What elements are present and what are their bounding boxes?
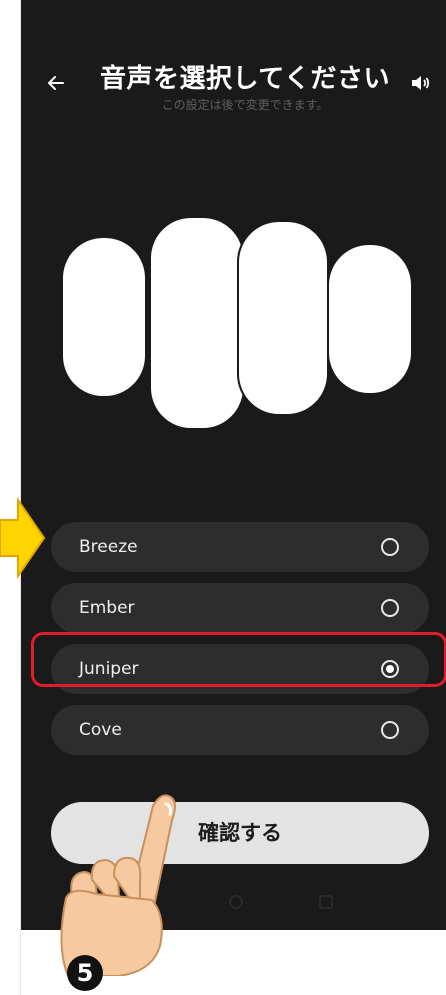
step-badge: 5 <box>67 955 103 991</box>
voice-option[interactable]: Cove <box>51 705 429 755</box>
voice-option-label: Breeze <box>79 537 138 557</box>
radio-button[interactable] <box>381 599 399 617</box>
pointing-hand-icon <box>60 794 176 976</box>
voice-option[interactable]: Breeze <box>51 522 429 572</box>
arrow-right-icon <box>0 496 46 580</box>
voice-option-label: Cove <box>79 720 122 740</box>
nav-back-hint <box>229 895 243 909</box>
highlight-box <box>31 632 446 687</box>
radio-button[interactable] <box>381 538 399 556</box>
nav-home-hint <box>319 895 333 909</box>
voice-option[interactable]: Ember <box>51 583 429 633</box>
voice-option-label: Ember <box>79 598 135 618</box>
radio-button[interactable] <box>381 721 399 739</box>
